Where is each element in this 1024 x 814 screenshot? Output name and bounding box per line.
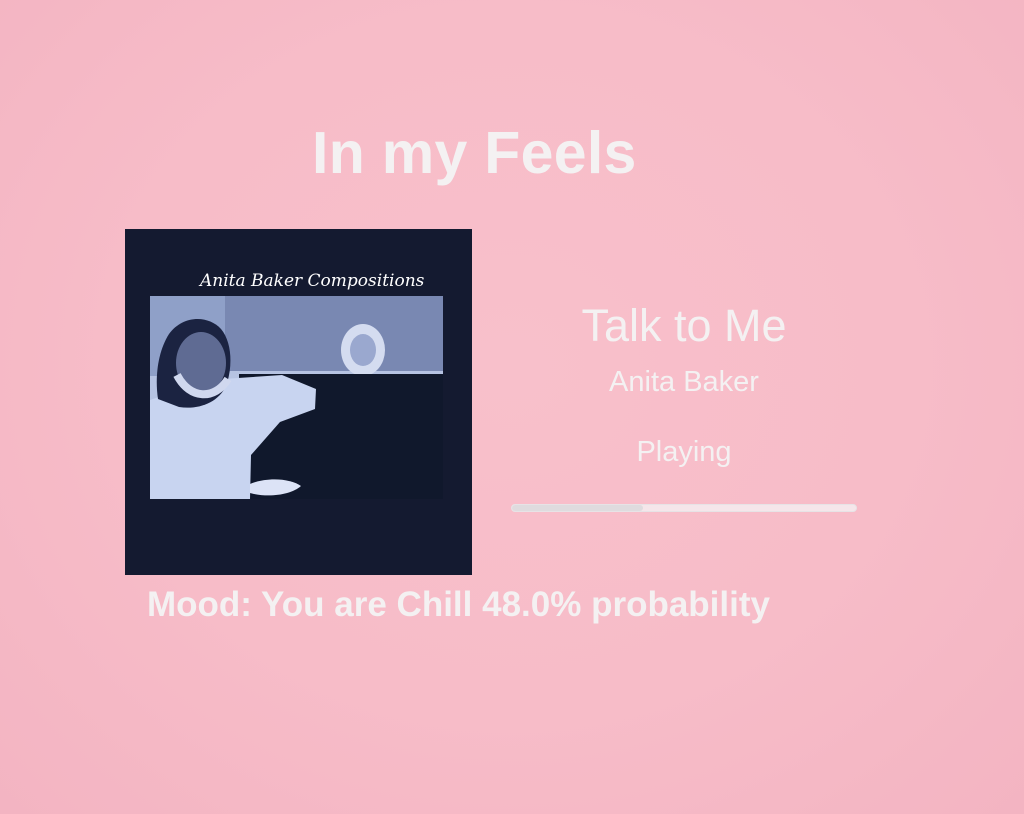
album-cover-caption: Anita Baker Compositions [198, 271, 425, 291]
progress-bar[interactable] [511, 504, 857, 512]
app-title: In my Feels [312, 120, 637, 186]
album-cover-image: Anita Baker Compositions [125, 229, 472, 575]
mood-status: Mood: You are Chill 48.0% probability [147, 585, 770, 624]
track-title: Talk to Me [581, 300, 787, 351]
progress-fill [512, 505, 643, 511]
player-status: Playing [636, 436, 732, 468]
album-art: Anita Baker Compositions [125, 229, 472, 575]
track-artist: Anita Baker [609, 366, 759, 398]
